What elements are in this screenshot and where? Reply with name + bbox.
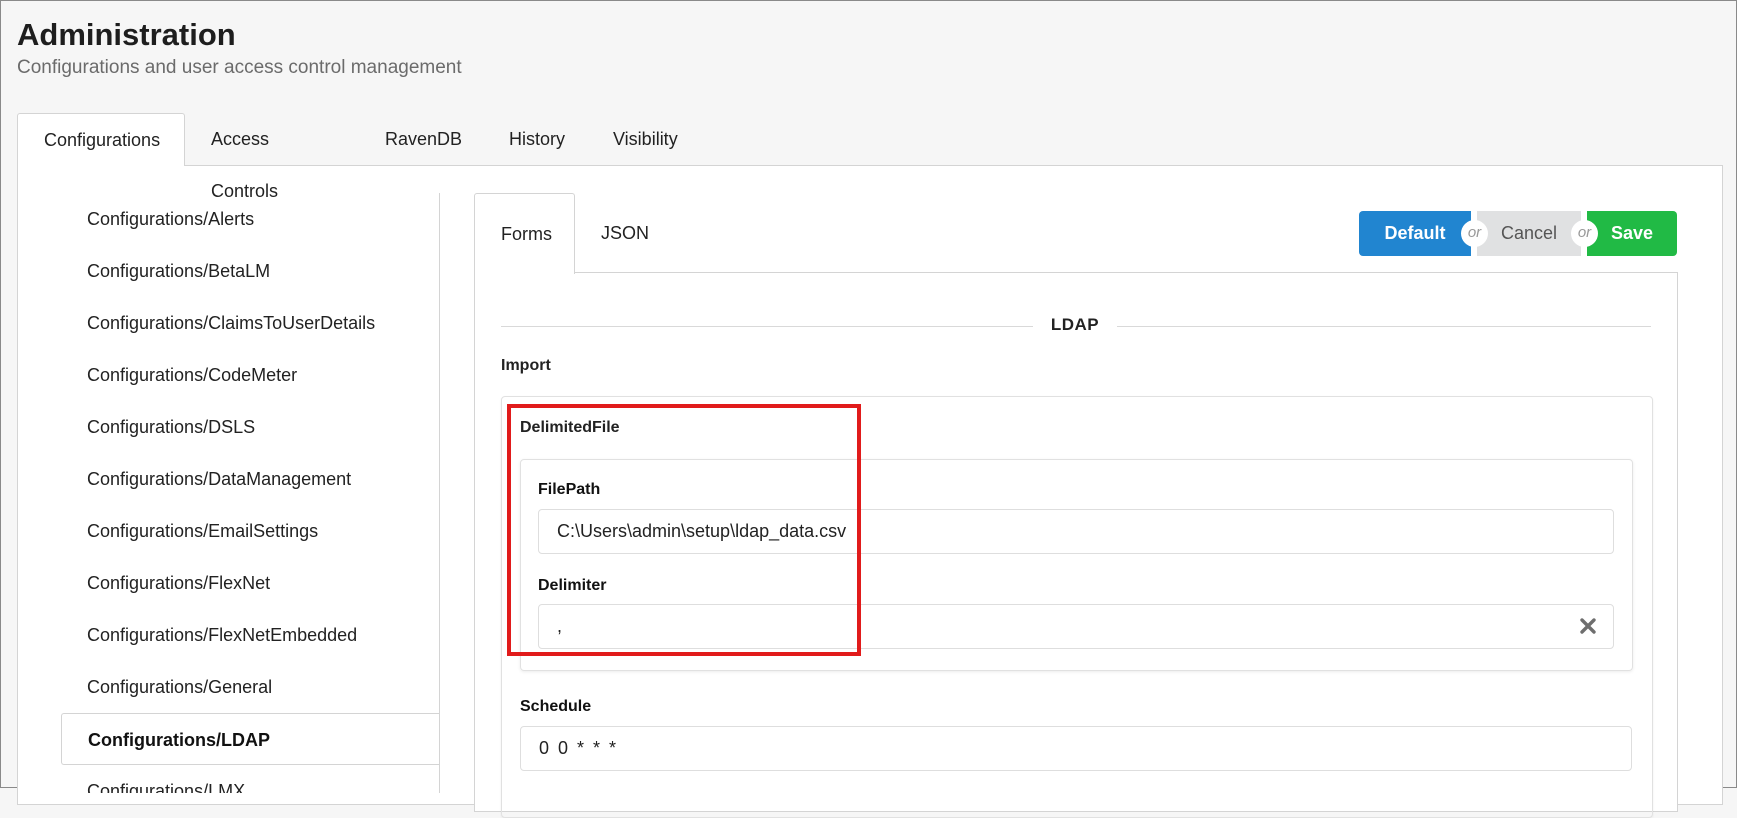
sidebar-item-betalm[interactable]: Configurations/BetaLM [61,245,439,297]
sidebar-item-dsls[interactable]: Configurations/DSLS [61,401,439,453]
delimiter-label: Delimiter [538,577,607,594]
or-separator: or [1461,220,1488,247]
page-title: Administration [17,17,236,52]
tab-forms[interactable]: Forms [474,193,575,274]
or-separator: or [1571,220,1598,247]
sidebar-item-general[interactable]: Configurations/General [61,661,439,713]
configurations-sidebar: Configurations/Alerts Configurations/Bet… [61,193,440,793]
section-divider-left [501,326,1033,327]
sidebar-item-emailsettings[interactable]: Configurations/EmailSettings [61,505,439,557]
action-buttons: Default or Cancel or Save [1359,211,1677,256]
sidebar-item-alerts[interactable]: Configurations/Alerts [61,193,439,245]
page-header: Administration Configurations and user a… [17,17,462,79]
import-label: Import [501,357,551,374]
sidebar-item-lmx[interactable]: Configurations/LMX [61,765,439,793]
sidebar-item-codemeter[interactable]: Configurations/CodeMeter [61,349,439,401]
save-button[interactable]: Save [1587,211,1677,256]
sidebar-item-flexnetembedded[interactable]: Configurations/FlexNetEmbedded [61,609,439,661]
delimiter-input[interactable]: , [538,604,1614,649]
default-button[interactable]: Default [1359,211,1471,256]
sidebar-item-flexnet[interactable]: Configurations/FlexNet [61,557,439,609]
page-subtitle: Configurations and user access control m… [17,57,462,78]
tab-json[interactable]: JSON [575,193,675,273]
filepath-label: FilePath [538,481,601,498]
tab-history[interactable]: History [483,113,591,165]
tab-access-controls[interactable]: Access Controls [185,113,304,201]
delimiter-value: , [557,616,563,636]
schedule-input[interactable]: 0 0 * * * [520,726,1632,771]
close-icon[interactable] [1577,615,1599,637]
schedule-label: Schedule [520,698,592,715]
sidebar-item-ldap[interactable]: Configurations/LDAP [61,713,439,765]
section-title: LDAP [1050,315,1100,334]
section-divider-right [1117,326,1651,327]
tab-visibility[interactable]: Visibility [587,113,704,165]
tab-configurations[interactable]: Configurations [17,113,185,166]
delimited-file-label: DelimitedFile [520,419,620,436]
sidebar-item-claimstouserdetails[interactable]: Configurations/ClaimsToUserDetails [61,297,439,349]
filepath-input[interactable]: C:\Users\admin\setup\ldap_data.csv [538,509,1614,554]
cancel-button[interactable]: Cancel [1477,211,1581,256]
sidebar-item-datamanagement[interactable]: Configurations/DataManagement [61,453,439,505]
tab-ravendb[interactable]: RavenDB [359,113,488,165]
